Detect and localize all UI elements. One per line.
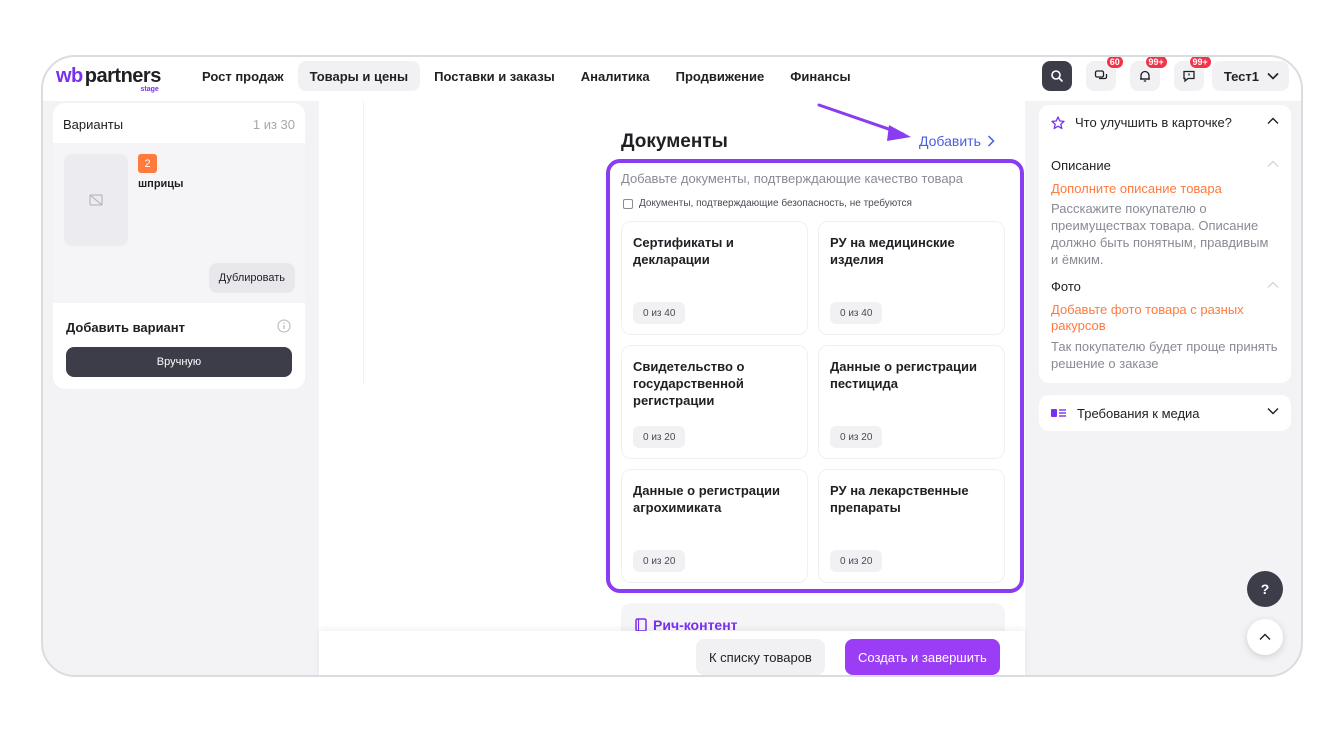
back-to-list-button[interactable]: К списку товаров xyxy=(696,639,825,675)
logo-wb: wb xyxy=(56,65,83,87)
top-header: wb partners stage Рост продаж Товары и це… xyxy=(43,57,1301,101)
annotation-arrow-icon xyxy=(817,103,911,141)
search-icon xyxy=(1051,70,1063,82)
media-requirements[interactable]: Требования к медиа xyxy=(1039,395,1291,431)
header-actions: 60 99+ 99+ Тест1 xyxy=(1041,57,1289,91)
doc-card-count: 0 из 40 xyxy=(633,302,686,324)
doc-card-pesticide[interactable]: Данные о регистрации пестицида 0 из 20 xyxy=(818,345,1005,459)
duplicate-button[interactable]: Дублировать xyxy=(208,263,295,293)
bell-icon xyxy=(1139,70,1150,82)
chevron-down-icon xyxy=(1267,72,1279,80)
no-safety-docs-checkbox[interactable]: Документы, подтверждающие безопасность, … xyxy=(623,198,912,209)
section-photo-title: Фото xyxy=(1051,278,1081,294)
support-badge: 99+ xyxy=(1188,57,1212,69)
add-photo-link[interactable]: Добавьте фото товара с разных ракурсов xyxy=(1051,302,1271,334)
divider xyxy=(363,101,364,383)
user-menu[interactable]: Тест1 xyxy=(1211,61,1289,91)
doc-card-title: Данные о регистрации агрохимиката xyxy=(633,483,781,515)
doc-card-title: Сертификаты и декларации xyxy=(633,235,734,267)
variants-panel: Варианты 1 из 30 2 шприцы Дублировать До… xyxy=(53,103,305,389)
manual-button[interactable]: Вручную xyxy=(66,347,292,377)
media-requirements-title: Требования к медиа xyxy=(1077,405,1200,421)
wb-partners-logo[interactable]: wb partners stage xyxy=(56,65,161,93)
doc-card-count: 0 из 40 xyxy=(830,302,883,324)
variant-name: шприцы xyxy=(138,178,184,190)
documents-title: Документы xyxy=(621,131,728,152)
support-chat-icon xyxy=(1183,70,1195,83)
doc-card-drugs[interactable]: РУ на лекарственные препараты 0 из 20 xyxy=(818,469,1005,583)
chat-badge: 60 xyxy=(1105,57,1124,69)
add-description-link[interactable]: Дополните описание товара xyxy=(1051,181,1271,197)
section-description-head[interactable]: Описание xyxy=(1039,153,1291,177)
add-variant-label: Добавить вариант xyxy=(66,320,186,335)
variants-title: Варианты xyxy=(63,117,124,132)
checkbox-box[interactable] xyxy=(623,198,633,209)
browser-frame: wb partners stage Рост продаж Товары и це… xyxy=(41,55,1303,677)
doc-card-state-registration[interactable]: Свидетельство о государственной регистра… xyxy=(621,345,808,459)
doc-card-certificates[interactable]: Сертификаты и декларации 0 из 40 xyxy=(621,221,808,335)
doc-card-title: Свидетельство о государственной регистра… xyxy=(633,359,745,408)
documents-highlight-box: Добавьте документы, подтверждающие качес… xyxy=(606,159,1024,593)
nav-finance[interactable]: Финансы xyxy=(778,61,862,91)
nav-sales-growth[interactable]: Рост продаж xyxy=(190,61,296,91)
checkbox-label: Документы, подтверждающие безопасность, … xyxy=(639,198,912,209)
add-documents-label: Добавить xyxy=(919,133,981,149)
main-content: Документы Добавить Добавьте документы, п… xyxy=(319,101,1025,675)
logo-stage: stage xyxy=(140,86,159,93)
improve-title: Что улучшить в карточке? xyxy=(1075,115,1232,130)
support-button[interactable]: 99+ xyxy=(1173,57,1212,91)
nav-promotion[interactable]: Продвижение xyxy=(664,61,777,91)
doc-card-title: РУ на лекарственные препараты xyxy=(830,483,969,515)
chevron-up-icon xyxy=(1267,160,1279,167)
photo-hint: Так покупателю будет проще принять решен… xyxy=(1051,339,1278,371)
info-icon[interactable] xyxy=(277,319,291,333)
footer-action-bar: К списку товаров Создать и завершить xyxy=(319,631,1025,675)
section-photo-head[interactable]: Фото xyxy=(1039,274,1291,298)
chevron-right-icon xyxy=(987,135,995,147)
documents-subtitle: Добавьте документы, подтверждающие качес… xyxy=(621,171,964,186)
nav-supplies-orders[interactable]: Поставки и заказы xyxy=(422,61,567,91)
scroll-top-button[interactable] xyxy=(1247,619,1283,655)
variants-count: 1 из 30 xyxy=(252,117,295,132)
doc-card-medical-devices[interactable]: РУ на медицинские изделия 0 из 40 xyxy=(818,221,1005,335)
section-description-title: Описание xyxy=(1051,157,1111,173)
notifications-button[interactable]: 99+ xyxy=(1129,57,1168,91)
search-button[interactable] xyxy=(1041,61,1072,91)
description-hint: Расскажите покупателю о преимуществах то… xyxy=(1051,201,1269,267)
doc-card-count: 0 из 20 xyxy=(830,550,883,572)
nav-products-prices[interactable]: Товары и цены xyxy=(297,61,421,91)
doc-card-agrochemical[interactable]: Данные о регистрации агрохимиката 0 из 2… xyxy=(621,469,808,583)
chevron-up-icon[interactable] xyxy=(1267,117,1279,125)
create-and-finish-button[interactable]: Создать и завершить xyxy=(845,639,1000,675)
nav-analytics[interactable]: Аналитика xyxy=(569,61,662,91)
doc-card-title: РУ на медицинские изделия xyxy=(830,235,955,267)
variant-thumbnail xyxy=(64,154,128,246)
chevron-down-icon xyxy=(1267,408,1279,415)
doc-card-count: 0 из 20 xyxy=(633,550,686,572)
notifications-badge: 99+ xyxy=(1144,57,1168,69)
no-image-icon xyxy=(89,194,103,206)
chevron-up-icon xyxy=(1259,633,1271,640)
chevron-up-icon xyxy=(1267,281,1279,288)
variant-number-tag: 2 xyxy=(138,154,157,173)
improve-card-panel: Что улучшить в карточке? Описание Дополн… xyxy=(1039,105,1291,383)
user-name: Тест1 xyxy=(1223,68,1259,84)
doc-card-title: Данные о регистрации пестицида xyxy=(830,359,978,391)
logo-partners: partners xyxy=(84,65,162,87)
documents-grid: Сертификаты и декларации 0 из 40 РУ на м… xyxy=(621,221,1005,583)
add-documents-link[interactable]: Добавить xyxy=(919,133,995,149)
improve-header[interactable]: Что улучшить в карточке? xyxy=(1051,115,1232,130)
main-nav: Рост продаж Товары и цены Поставки и зак… xyxy=(190,61,863,91)
media-icon xyxy=(1051,409,1066,417)
help-button[interactable]: ? xyxy=(1247,571,1283,607)
variant-item[interactable]: 2 шприцы Дублировать xyxy=(53,143,305,303)
chat-icon xyxy=(1094,70,1107,80)
star-icon xyxy=(1051,115,1065,129)
doc-card-count: 0 из 20 xyxy=(633,426,686,448)
doc-card-count: 0 из 20 xyxy=(830,426,883,448)
chat-button[interactable]: 60 xyxy=(1085,57,1124,91)
document-icon xyxy=(635,618,647,632)
